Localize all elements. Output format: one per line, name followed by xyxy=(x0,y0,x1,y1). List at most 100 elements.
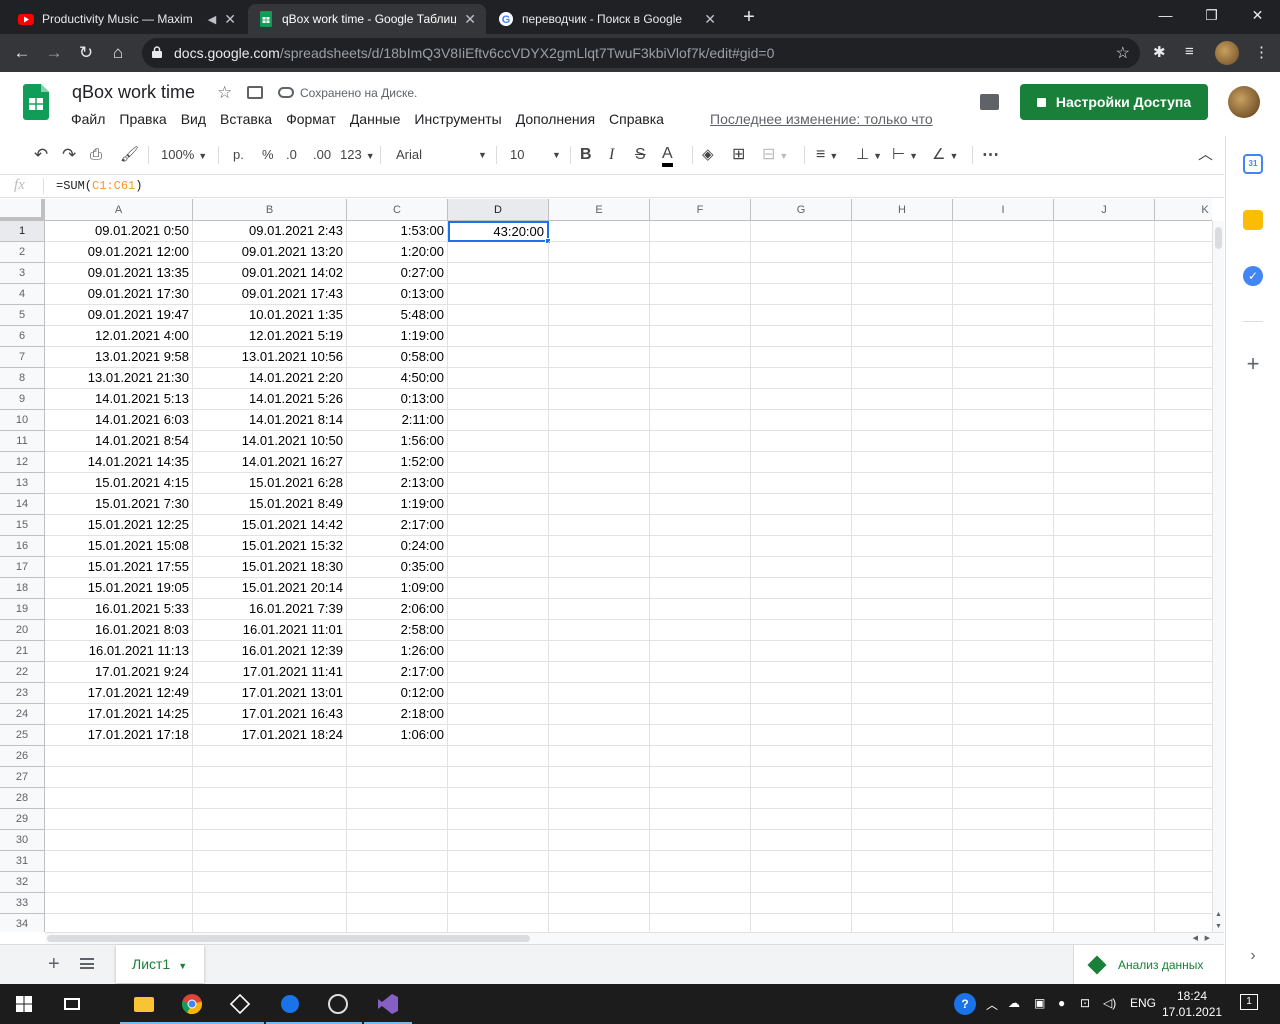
unity-taskbar-icon[interactable] xyxy=(216,984,264,1024)
cell-D10[interactable] xyxy=(448,410,549,431)
cell-C23[interactable]: 0:12:00 xyxy=(347,683,448,704)
cell-E33[interactable] xyxy=(549,893,650,914)
scroll-up-icon[interactable]: ▲ xyxy=(1215,911,1222,918)
cell-F34[interactable] xyxy=(650,914,751,932)
cell-H11[interactable] xyxy=(852,431,953,452)
cell-D6[interactable] xyxy=(448,326,549,347)
cell-G32[interactable] xyxy=(751,872,852,893)
column-header[interactable]: H xyxy=(852,199,953,221)
cell-K11[interactable] xyxy=(1155,431,1212,452)
cell-A14[interactable]: 15.01.2021 7:30 xyxy=(45,494,193,515)
cell-K15[interactable] xyxy=(1155,515,1212,536)
expand-panel-icon[interactable]: › xyxy=(1243,946,1263,966)
cell-C26[interactable] xyxy=(347,746,448,767)
cell-H14[interactable] xyxy=(852,494,953,515)
cell-K14[interactable] xyxy=(1155,494,1212,515)
forward-icon[interactable]: → xyxy=(42,41,66,65)
cell-I16[interactable] xyxy=(953,536,1054,557)
cell-D7[interactable] xyxy=(448,347,549,368)
cell-D33[interactable] xyxy=(448,893,549,914)
file-explorer-icon[interactable] xyxy=(120,984,168,1024)
cell-B30[interactable] xyxy=(193,830,347,851)
notifications-icon[interactable]: 1 xyxy=(1240,994,1258,1010)
cell-D4[interactable] xyxy=(448,284,549,305)
row-header[interactable]: 6 xyxy=(0,326,45,347)
cell-B6[interactable]: 12.01.2021 5:19 xyxy=(193,326,347,347)
cell-B13[interactable]: 15.01.2021 6:28 xyxy=(193,473,347,494)
chrome-profile-avatar[interactable] xyxy=(1215,41,1239,65)
cell-B21[interactable]: 16.01.2021 12:39 xyxy=(193,641,347,662)
cell-B3[interactable]: 09.01.2021 14:02 xyxy=(193,263,347,284)
cell-C12[interactable]: 1:52:00 xyxy=(347,452,448,473)
cell-G10[interactable] xyxy=(751,410,852,431)
chevron-down-icon[interactable]: ▼ xyxy=(178,961,187,971)
cell-K16[interactable] xyxy=(1155,536,1212,557)
cell-A15[interactable]: 15.01.2021 12:25 xyxy=(45,515,193,536)
cell-J2[interactable] xyxy=(1054,242,1155,263)
cell-C32[interactable] xyxy=(347,872,448,893)
column-header[interactable]: A xyxy=(45,199,193,221)
sheet-tab[interactable]: Лист1 ▼ xyxy=(116,945,204,983)
cell-I9[interactable] xyxy=(953,389,1054,410)
currency-format-button[interactable]: р. xyxy=(233,145,244,165)
cell-K7[interactable] xyxy=(1155,347,1212,368)
speaker-icon[interactable]: ◀ xyxy=(208,13,216,26)
cell-B34[interactable] xyxy=(193,914,347,932)
cell-F1[interactable] xyxy=(650,221,751,242)
menu-view[interactable]: Вид xyxy=(181,111,206,127)
cell-J24[interactable] xyxy=(1054,704,1155,725)
cell-K30[interactable] xyxy=(1155,830,1212,851)
cell-H29[interactable] xyxy=(852,809,953,830)
cell-G22[interactable] xyxy=(751,662,852,683)
cell-K1[interactable] xyxy=(1155,221,1212,242)
keep-icon[interactable] xyxy=(1243,210,1263,230)
horizontal-align-icon[interactable]: ≡ ▼ xyxy=(816,145,838,165)
menu-addons[interactable]: Дополнения xyxy=(516,111,595,127)
text-color-button[interactable]: A xyxy=(662,145,673,167)
cell-I14[interactable] xyxy=(953,494,1054,515)
cell-B22[interactable]: 17.01.2021 11:41 xyxy=(193,662,347,683)
cell-J4[interactable] xyxy=(1054,284,1155,305)
row-header[interactable]: 14 xyxy=(0,494,45,515)
cell-K9[interactable] xyxy=(1155,389,1212,410)
network-icon[interactable]: ⊡ xyxy=(1080,996,1090,1010)
cell-D5[interactable] xyxy=(448,305,549,326)
cell-I34[interactable] xyxy=(953,914,1054,932)
cell-K29[interactable] xyxy=(1155,809,1212,830)
select-all-corner[interactable] xyxy=(0,199,45,221)
windows-start-icon[interactable] xyxy=(0,984,48,1024)
cell-E5[interactable] xyxy=(549,305,650,326)
cell-B7[interactable]: 13.01.2021 10:56 xyxy=(193,347,347,368)
cell-H34[interactable] xyxy=(852,914,953,932)
cell-I30[interactable] xyxy=(953,830,1054,851)
cell-D23[interactable] xyxy=(448,683,549,704)
cell-F29[interactable] xyxy=(650,809,751,830)
row-header[interactable]: 3 xyxy=(0,263,45,284)
cell-I3[interactable] xyxy=(953,263,1054,284)
column-header[interactable]: C xyxy=(347,199,448,221)
percent-format-button[interactable]: % xyxy=(262,145,274,165)
row-header[interactable]: 18 xyxy=(0,578,45,599)
cell-F6[interactable] xyxy=(650,326,751,347)
extensions-icon[interactable]: ✱ xyxy=(1153,43,1166,61)
cell-C4[interactable]: 0:13:00 xyxy=(347,284,448,305)
row-header[interactable]: 11 xyxy=(0,431,45,452)
cell-D17[interactable] xyxy=(448,557,549,578)
visual-studio-taskbar-icon[interactable] xyxy=(364,984,412,1024)
row-header[interactable]: 9 xyxy=(0,389,45,410)
cell-D12[interactable] xyxy=(448,452,549,473)
cell-F9[interactable] xyxy=(650,389,751,410)
cell-C18[interactable]: 1:09:00 xyxy=(347,578,448,599)
menu-format[interactable]: Формат xyxy=(286,111,336,127)
tasks-icon[interactable]: ✓ xyxy=(1243,266,1263,286)
cell-J9[interactable] xyxy=(1054,389,1155,410)
cell-H1[interactable] xyxy=(852,221,953,242)
cell-E23[interactable] xyxy=(549,683,650,704)
close-tab-icon[interactable]: ✕ xyxy=(704,11,716,28)
cell-J27[interactable] xyxy=(1054,767,1155,788)
cell-H4[interactable] xyxy=(852,284,953,305)
fill-color-icon[interactable]: ◈ xyxy=(702,145,714,165)
cell-E9[interactable] xyxy=(549,389,650,410)
cell-C15[interactable]: 2:17:00 xyxy=(347,515,448,536)
cell-B15[interactable]: 15.01.2021 14:42 xyxy=(193,515,347,536)
